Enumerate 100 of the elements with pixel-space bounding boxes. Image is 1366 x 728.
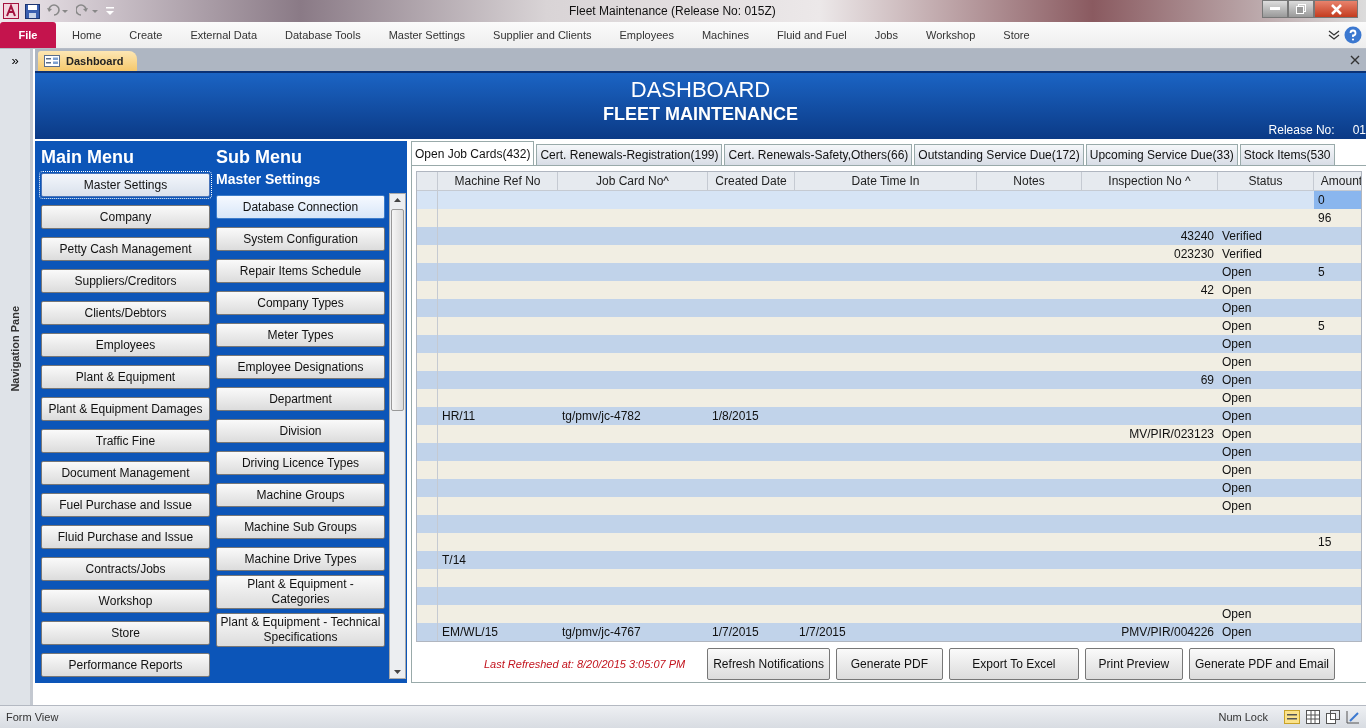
main-menu-button[interactable]: Document Management: [41, 461, 210, 485]
ribbon-tab[interactable]: Store: [991, 22, 1042, 48]
main-menu-button[interactable]: Petty Cash Management: [41, 237, 210, 261]
sub-menu-button[interactable]: Machine Sub Groups: [216, 515, 385, 539]
layout-view-icon[interactable]: [1326, 710, 1340, 724]
restore-button[interactable]: [1288, 0, 1314, 18]
expand-nav-button[interactable]: »: [2, 49, 28, 71]
action-button[interactable]: Refresh Notifications: [707, 648, 830, 680]
main-menu-button[interactable]: Workshop: [41, 589, 210, 613]
access-icon[interactable]: [3, 3, 19, 19]
column-header[interactable]: Date Time In: [795, 172, 977, 190]
tab[interactable]: Open Job Cards(432): [411, 141, 535, 165]
table-cell: Open: [1222, 265, 1252, 279]
ribbon-tab[interactable]: Workshop: [914, 22, 988, 48]
main-menu-button[interactable]: Employees: [41, 333, 210, 357]
sub-menu-button[interactable]: Machine Groups: [216, 483, 385, 507]
main-menu-button[interactable]: Company: [41, 205, 210, 229]
ribbon-tab[interactable]: External Data: [178, 22, 270, 48]
table-cell: HR/11: [442, 409, 476, 423]
form-icon: [44, 55, 60, 67]
close-button[interactable]: [1314, 0, 1358, 18]
table-cell: Verified: [1222, 229, 1263, 243]
ribbon-tab[interactable]: Database Tools: [273, 22, 373, 48]
tab[interactable]: Stock Items(530: [1239, 144, 1335, 165]
column-header[interactable]: Job Card No^: [558, 172, 708, 190]
table-cell: tg/pmv/jc-4767: [562, 625, 641, 639]
sub-menu-button[interactable]: Plant & Equipment - Categories: [216, 575, 385, 609]
document-tab[interactable]: Dashboard: [38, 51, 138, 71]
save-icon[interactable]: [25, 3, 40, 19]
table-cell: 42: [1200, 283, 1214, 297]
main-menu-button[interactable]: Plant & Equipment: [41, 365, 210, 389]
table-cell: 1/8/2015: [712, 409, 759, 423]
sub-menu-button[interactable]: Department: [216, 387, 385, 411]
sub-menu-button[interactable]: Company Types: [216, 291, 385, 315]
undo-icon[interactable]: [46, 4, 70, 18]
restore-icon: [1296, 4, 1306, 14]
sub-menu-button[interactable]: Machine Drive Types: [216, 547, 385, 571]
release-value: 01: [1352, 123, 1366, 137]
ribbon-tab[interactable]: Supplier and Clients: [481, 22, 604, 48]
action-button[interactable]: Generate PDF and Email: [1188, 648, 1335, 680]
sub-menu-button[interactable]: Repair Items Schedule: [216, 259, 385, 283]
document-tab-label: Dashboard: [66, 55, 124, 67]
sub-menu-button[interactable]: Driving Licence Types: [216, 451, 385, 475]
action-button[interactable]: Export To Excel: [948, 648, 1079, 680]
ribbon-tab[interactable]: Fluid and Fuel: [765, 22, 859, 48]
column-header[interactable]: Machine Ref No: [438, 172, 558, 190]
column-header[interactable]: Created Date: [708, 172, 795, 190]
table-cell: Open: [1222, 391, 1252, 405]
sub-menu-heading: Master Settings: [216, 171, 322, 187]
main-menu-button[interactable]: Contracts/Jobs: [41, 557, 210, 581]
table-cell: tg/pmv/jc-4782: [562, 409, 641, 423]
num-lock-indicator: Num Lock: [1218, 711, 1268, 723]
close-icon[interactable]: [1350, 55, 1360, 65]
table-cell: T/14: [442, 553, 466, 567]
ribbon-tab[interactable]: File: [0, 22, 56, 48]
minimize-button[interactable]: [1262, 0, 1288, 18]
table-cell: 0: [1318, 193, 1325, 207]
form-view-icon[interactable]: [1284, 710, 1300, 724]
main-menu-button[interactable]: Performance Reports: [41, 653, 210, 677]
sub-menu-button[interactable]: Employee Designations: [216, 355, 385, 379]
collapse-ribbon-icon[interactable]: [1328, 30, 1340, 40]
ribbon-tab[interactable]: Machines: [689, 22, 762, 48]
main-menu-button[interactable]: Clients/Debtors: [41, 301, 210, 325]
column-header[interactable]: Inspection No ^: [1082, 172, 1218, 190]
table-cell: 023230: [1173, 247, 1214, 261]
sub-menu-button[interactable]: Meter Types: [216, 323, 385, 347]
column-header[interactable]: Status: [1218, 172, 1314, 190]
navigation-pane-label[interactable]: Navigation Pane: [9, 306, 21, 392]
sub-menu-button[interactable]: System Configuration: [216, 227, 385, 251]
main-menu-title: Main Menu: [41, 147, 135, 167]
table-cell: Open: [1222, 481, 1252, 495]
main-menu-button[interactable]: Store: [41, 621, 210, 645]
tab[interactable]: Upcoming Service Due(33): [1085, 144, 1238, 165]
sub-menu-button[interactable]: Database Connection: [216, 195, 385, 219]
tab[interactable]: Cert. Renewals-Safety,Others(66): [724, 144, 913, 165]
action-button[interactable]: Print Preview: [1084, 648, 1183, 680]
table-cell: PMV/PIR/004226: [1121, 625, 1214, 639]
datasheet-view-icon[interactable]: [1306, 710, 1320, 724]
sub-menu-button[interactable]: Division: [216, 419, 385, 443]
action-button[interactable]: Generate PDF: [835, 648, 943, 680]
main-menu-button[interactable]: Fuel Purchase and Issue: [41, 493, 210, 517]
design-view-icon[interactable]: [1346, 710, 1360, 724]
ribbon-tab[interactable]: Home: [60, 22, 114, 48]
main-menu-button[interactable]: Traffic Fine: [41, 429, 210, 453]
main-menu-button[interactable]: Plant & Equipment Damages: [41, 397, 210, 421]
help-icon[interactable]: [1344, 26, 1362, 44]
column-header[interactable]: Notes: [977, 172, 1082, 190]
ribbon-tab[interactable]: Jobs: [862, 22, 910, 48]
scrollbar[interactable]: [389, 193, 406, 679]
close-icon: [1330, 3, 1342, 15]
ribbon-tab[interactable]: Create: [117, 22, 175, 48]
table-cell: 1/7/2015: [799, 625, 846, 639]
main-menu-button[interactable]: Fluid Purchase and Issue: [41, 525, 210, 549]
ribbon-tab[interactable]: Master Settings: [376, 22, 478, 48]
tab[interactable]: Cert. Renewals-Registration(199): [536, 144, 723, 165]
main-menu-button[interactable]: Master Settings: [41, 173, 210, 197]
tab[interactable]: Outstanding Service Due(172): [914, 144, 1084, 165]
main-menu-button[interactable]: Suppliers/Creditors: [41, 269, 210, 293]
sub-menu-button[interactable]: Plant & Equipment - Technical Specifications: [216, 613, 385, 647]
ribbon-tab[interactable]: Employees: [607, 22, 686, 48]
